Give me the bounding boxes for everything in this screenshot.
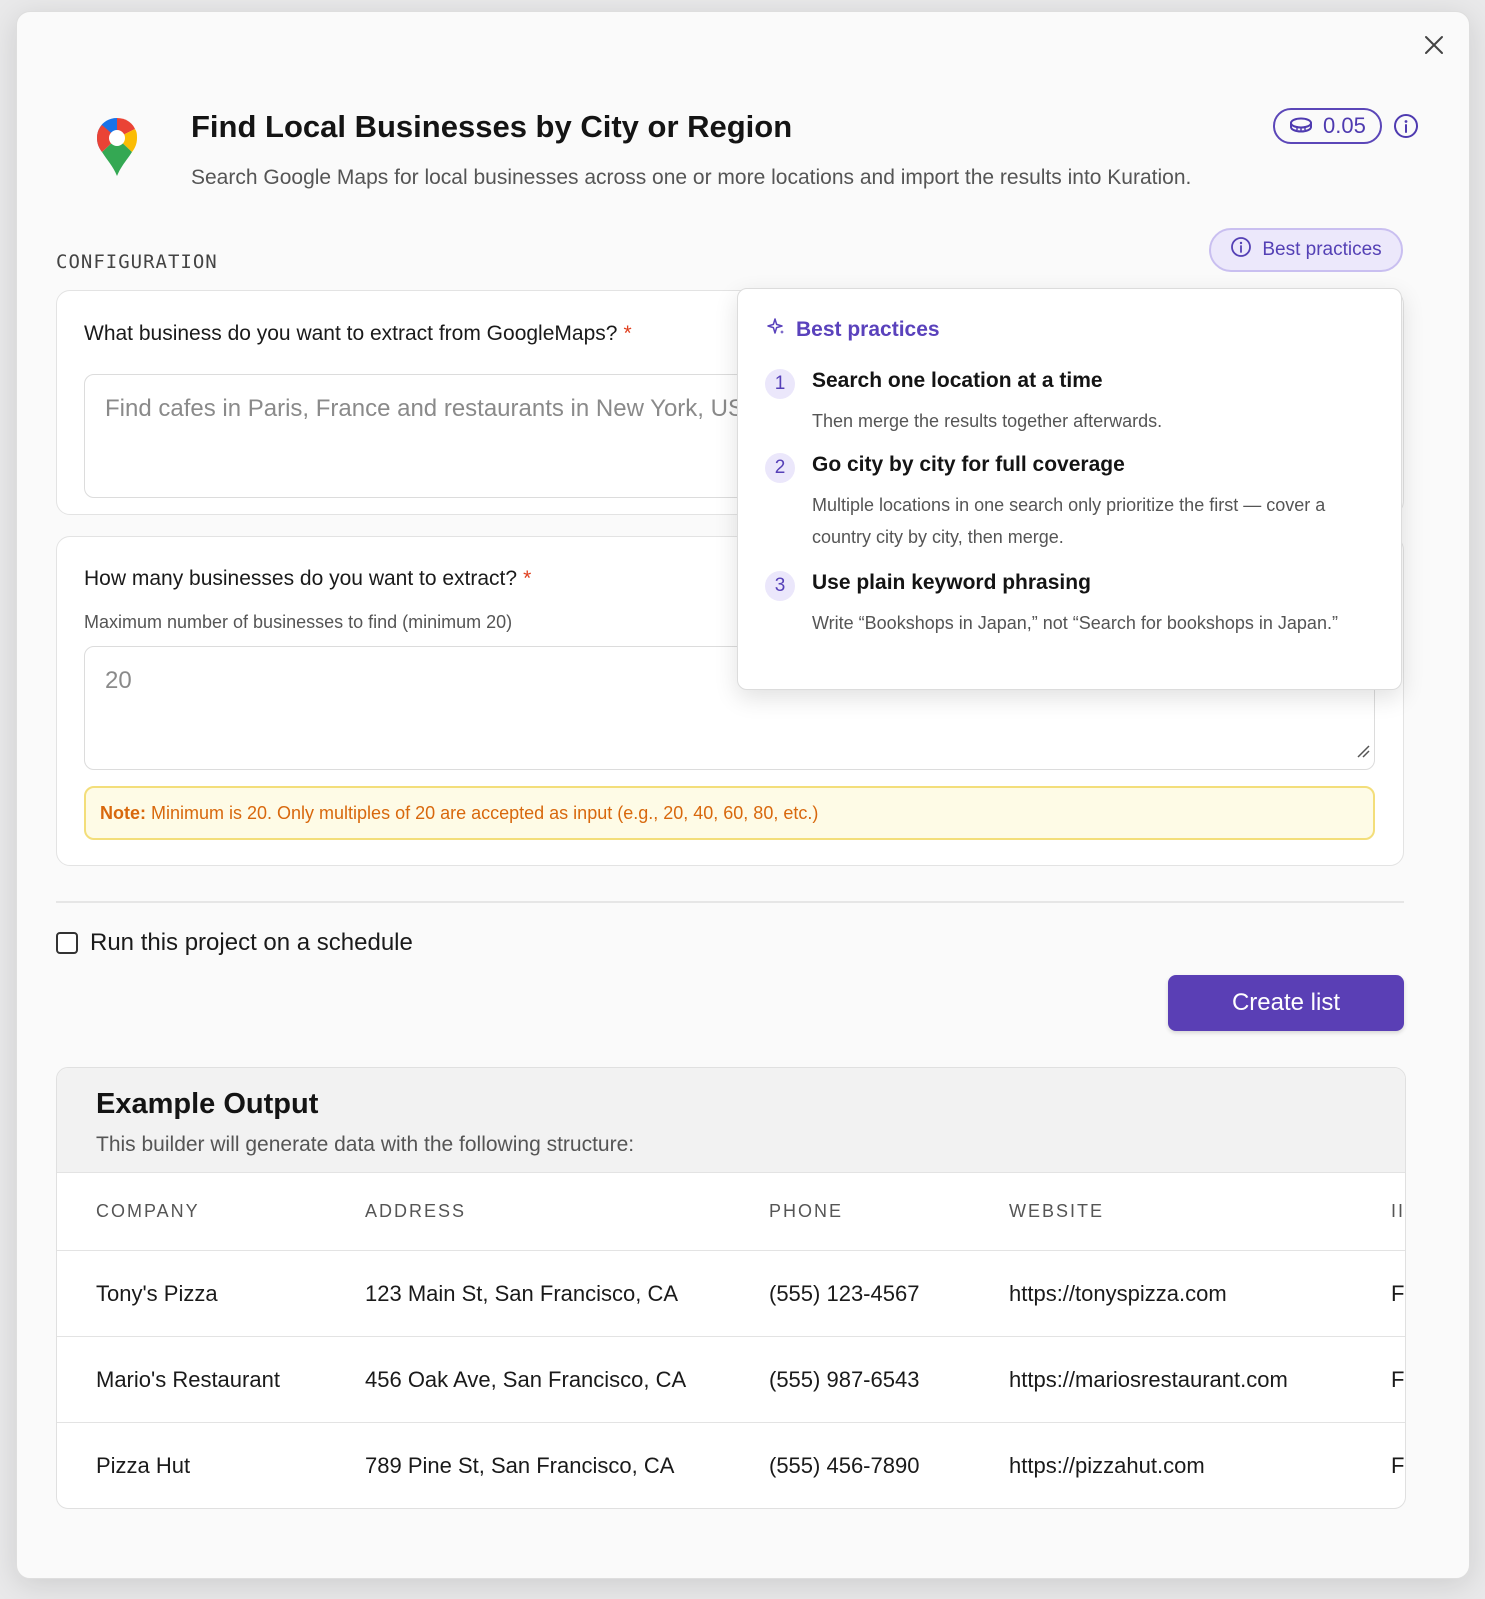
step-number: 3 bbox=[765, 571, 795, 601]
example-output-panel: Example Output This builder will generat… bbox=[56, 1067, 1406, 1509]
page-title: Find Local Businesses by City or Region bbox=[191, 109, 793, 144]
business-query-label: What business do you want to extract fro… bbox=[84, 322, 632, 346]
info-icon bbox=[1230, 236, 1252, 264]
info-icon[interactable] bbox=[1393, 113, 1419, 144]
google-maps-pin-icon bbox=[95, 116, 139, 183]
cell-truncated: F bbox=[1391, 1250, 1405, 1337]
best-practices-label: Best practices bbox=[1262, 239, 1382, 260]
cell-phone: (555) 123-4567 bbox=[769, 1250, 1009, 1337]
business-count-label-text: How many businesses do you want to extra… bbox=[84, 567, 518, 590]
example-output-subtitle: This builder will generate data with the… bbox=[96, 1133, 635, 1156]
configuration-section-label: CONFIGURATION bbox=[56, 251, 218, 273]
column-header-company: COMPANY bbox=[57, 1173, 365, 1251]
cell-company: Tony's Pizza bbox=[57, 1250, 365, 1337]
best-practice-desc: Then merge the results together afterwar… bbox=[812, 411, 1163, 431]
note-prefix: Note: bbox=[100, 802, 146, 823]
required-marker: * bbox=[523, 567, 532, 590]
schedule-label: Run this project on a schedule bbox=[90, 929, 413, 956]
close-icon[interactable] bbox=[1421, 32, 1447, 58]
business-query-placeholder: Find cafes in Paris, France and restaura… bbox=[105, 395, 760, 422]
page-subtitle: Search Google Maps for local businesses … bbox=[191, 166, 1192, 189]
table-row: Tony's Pizza 123 Main St, San Francisco,… bbox=[57, 1250, 1405, 1337]
cell-company: Mario's Restaurant bbox=[57, 1336, 365, 1423]
step-number: 2 bbox=[765, 453, 795, 483]
cell-website: https://mariosrestaurant.com bbox=[1009, 1336, 1391, 1423]
sparkle-icon bbox=[766, 317, 786, 343]
cell-address: 123 Main St, San Francisco, CA bbox=[365, 1250, 769, 1337]
cell-address: 456 Oak Ave, San Francisco, CA bbox=[365, 1336, 769, 1423]
step-number: 1 bbox=[765, 369, 795, 399]
cell-truncated: F bbox=[1391, 1422, 1405, 1508]
best-practice-title: Search one location at a time bbox=[812, 369, 1103, 392]
cell-address: 789 Pine St, San Francisco, CA bbox=[365, 1422, 769, 1508]
example-output-title: Example Output bbox=[96, 1088, 319, 1120]
minimum-note: Note: Minimum is 20. Only multiples of 2… bbox=[84, 786, 1375, 840]
cell-company: Pizza Hut bbox=[57, 1422, 365, 1508]
best-practices-popover: Best practices 1 Search one location at … bbox=[737, 288, 1402, 690]
best-practice-title: Go city by city for full coverage bbox=[812, 453, 1125, 476]
business-query-label-text: What business do you want to extract fro… bbox=[84, 322, 618, 345]
business-count-help: Maximum number of businesses to find (mi… bbox=[84, 612, 513, 632]
table-row: Mario's Restaurant 456 Oak Ave, San Fran… bbox=[57, 1336, 1405, 1423]
cell-website: https://pizzahut.com bbox=[1009, 1422, 1391, 1508]
example-output-table: COMPANY ADDRESS PHONE WEBSITE II Tony's … bbox=[57, 1173, 1405, 1508]
column-header-address: ADDRESS bbox=[365, 1173, 769, 1251]
example-output-header: Example Output This builder will generat… bbox=[57, 1068, 1405, 1173]
find-businesses-modal: Find Local Businesses by City or Region … bbox=[16, 11, 1470, 1579]
note-text: Minimum is 20. Only multiples of 20 are … bbox=[151, 802, 819, 823]
required-marker: * bbox=[623, 322, 632, 345]
credit-cost-badge: 0.05 bbox=[1273, 108, 1382, 144]
resize-handle-icon[interactable] bbox=[1356, 737, 1370, 765]
table-row: Pizza Hut 789 Pine St, San Francisco, CA… bbox=[57, 1422, 1405, 1508]
business-count-label: How many businesses do you want to extra… bbox=[84, 567, 531, 591]
popover-title-text: Best practices bbox=[796, 318, 940, 341]
credit-value: 0.05 bbox=[1323, 113, 1366, 138]
cell-website: https://tonyspizza.com bbox=[1009, 1250, 1391, 1337]
best-practice-desc: Multiple locations in one search only pr… bbox=[812, 495, 1326, 547]
schedule-checkbox[interactable] bbox=[56, 932, 78, 954]
cell-phone: (555) 456-7890 bbox=[769, 1422, 1009, 1508]
column-header-phone: PHONE bbox=[769, 1173, 1009, 1251]
best-practice-title: Use plain keyword phrasing bbox=[812, 571, 1091, 594]
modal-header: Find Local Businesses by City or Region … bbox=[95, 96, 1418, 206]
column-header-truncated: II bbox=[1391, 1173, 1405, 1251]
cell-phone: (555) 987-6543 bbox=[769, 1336, 1009, 1423]
best-practice-desc: Write “Bookshops in Japan,” not “Search … bbox=[812, 613, 1338, 633]
business-count-placeholder: 20 bbox=[105, 667, 132, 694]
best-practices-button[interactable]: Best practices bbox=[1209, 228, 1403, 272]
schedule-toggle[interactable]: Run this project on a schedule bbox=[56, 929, 413, 957]
table-header-row: COMPANY ADDRESS PHONE WEBSITE II bbox=[57, 1173, 1405, 1251]
create-list-button[interactable]: Create list bbox=[1168, 975, 1404, 1031]
cell-truncated: F bbox=[1391, 1336, 1405, 1423]
column-header-website: WEBSITE bbox=[1009, 1173, 1391, 1251]
divider bbox=[56, 901, 1404, 903]
popover-title: Best practices bbox=[766, 317, 940, 343]
coin-icon bbox=[1289, 113, 1313, 139]
